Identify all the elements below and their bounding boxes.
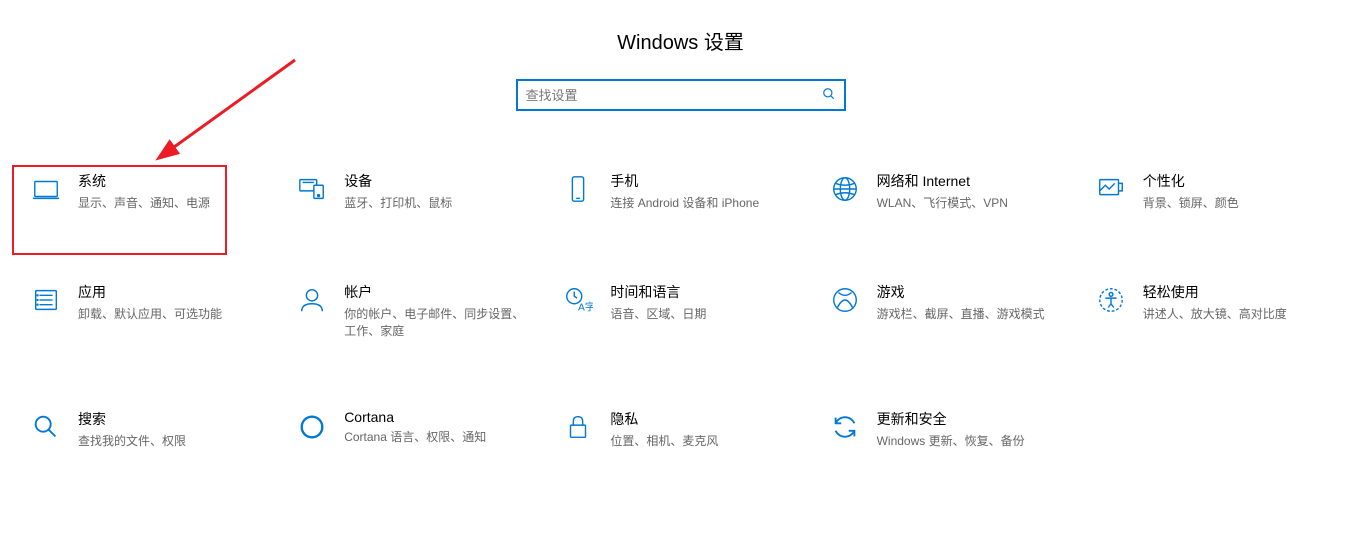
globe-icon (827, 171, 863, 207)
accessibility-icon (1093, 282, 1129, 318)
page-title: Windows 设置 (0, 0, 1361, 79)
tile-title: 轻松使用 (1143, 282, 1287, 302)
search-box[interactable] (516, 79, 846, 111)
tile-phone[interactable]: 手机 连接 Android 设备和 iPhone (552, 161, 808, 222)
tile-title: 隐私 (610, 409, 718, 429)
tile-desc: 背景、锁屏、颜色 (1143, 195, 1239, 212)
tile-title: 游戏 (877, 282, 1045, 302)
settings-grid: 系统 显示、声音、通知、电源 设备 蓝牙、打印机、鼠标 手机 连接 Androi… (0, 161, 1361, 460)
search-input[interactable] (526, 88, 822, 103)
tile-title: 搜索 (78, 409, 186, 429)
tile-desc: 卸载、默认应用、可选功能 (78, 306, 222, 323)
tile-privacy[interactable]: 隐私 位置、相机、麦克风 (552, 399, 808, 460)
tile-title: 网络和 Internet (877, 171, 1008, 191)
tile-title: 手机 (610, 171, 759, 191)
tile-time-language[interactable]: A字 时间和语言 语音、区域、日期 (552, 272, 808, 350)
tile-devices[interactable]: 设备 蓝牙、打印机、鼠标 (286, 161, 542, 222)
tile-update[interactable]: 更新和安全 Windows 更新、恢复、备份 (819, 399, 1075, 460)
tile-title: 应用 (78, 282, 222, 302)
person-icon (294, 282, 330, 318)
tile-title: 个性化 (1143, 171, 1239, 191)
system-icon (28, 171, 64, 207)
tile-desc: 蓝牙、打印机、鼠标 (344, 195, 452, 212)
tile-title: 时间和语言 (610, 282, 706, 302)
cortana-icon (294, 409, 330, 445)
tile-network[interactable]: 网络和 Internet WLAN、飞行模式、VPN (819, 161, 1075, 222)
tile-desc: 显示、声音、通知、电源 (78, 195, 210, 212)
tile-apps[interactable]: 应用 卸载、默认应用、可选功能 (20, 272, 276, 350)
sync-icon (827, 409, 863, 445)
tile-desc: 讲述人、放大镜、高对比度 (1143, 306, 1287, 323)
tile-gaming[interactable]: 游戏 游戏栏、截屏、直播、游戏模式 (819, 272, 1075, 350)
tile-desc: 位置、相机、麦克风 (610, 433, 718, 450)
tile-system[interactable]: 系统 显示、声音、通知、电源 (20, 161, 276, 222)
tile-title: 设备 (344, 171, 452, 191)
lock-icon (560, 409, 596, 445)
devices-icon (294, 171, 330, 207)
paint-icon (1093, 171, 1129, 207)
tile-personalization[interactable]: 个性化 背景、锁屏、颜色 (1085, 161, 1341, 222)
tile-desc: 语音、区域、日期 (610, 306, 706, 323)
tile-ease-of-access[interactable]: 轻松使用 讲述人、放大镜、高对比度 (1085, 272, 1341, 350)
tile-desc: Windows 更新、恢复、备份 (877, 433, 1025, 450)
phone-icon (560, 171, 596, 207)
tile-search[interactable]: 搜索 查找我的文件、权限 (20, 399, 276, 460)
tile-desc: 你的帐户、电子邮件、同步设置、工作、家庭 (344, 306, 534, 340)
search-icon (822, 87, 836, 104)
xbox-icon (827, 282, 863, 318)
tile-desc: 连接 Android 设备和 iPhone (610, 195, 759, 212)
tile-desc: Cortana 语言、权限、通知 (344, 429, 486, 446)
tile-desc: 查找我的文件、权限 (78, 433, 186, 450)
tile-accounts[interactable]: 帐户 你的帐户、电子邮件、同步设置、工作、家庭 (286, 272, 542, 350)
tile-title: 系统 (78, 171, 210, 191)
time-language-icon: A字 (560, 282, 596, 318)
tile-title: 更新和安全 (877, 409, 1025, 429)
tile-title: 帐户 (344, 282, 534, 302)
svg-text:A字: A字 (578, 300, 593, 313)
tile-desc: 游戏栏、截屏、直播、游戏模式 (877, 306, 1045, 323)
magnify-icon (28, 409, 64, 445)
tile-cortana[interactable]: Cortana Cortana 语言、权限、通知 (286, 399, 542, 460)
tile-title: Cortana (344, 409, 486, 425)
tile-desc: WLAN、飞行模式、VPN (877, 195, 1008, 212)
apps-icon (28, 282, 64, 318)
search-container (0, 79, 1361, 111)
